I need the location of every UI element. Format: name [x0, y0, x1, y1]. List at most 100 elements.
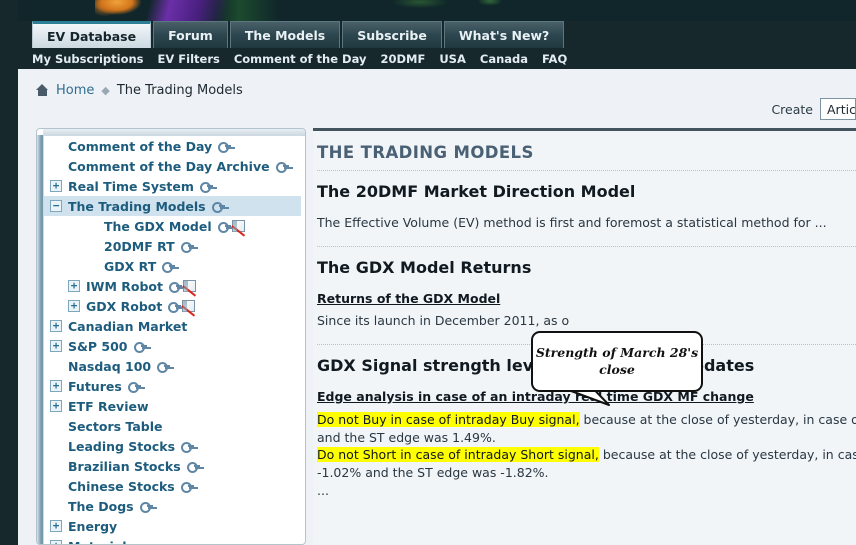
chart-restricted-icon [182, 300, 196, 312]
expand-icon[interactable]: + [68, 300, 80, 312]
sidebar-item-label: Chinese Stocks [68, 478, 175, 494]
key-icon [162, 262, 176, 273]
key-icon [168, 282, 182, 293]
tab-ev-database[interactable]: EV Database [32, 21, 152, 48]
expand-icon[interactable]: + [50, 180, 62, 192]
section-divider [317, 170, 856, 171]
sidebar-item-futures[interactable]: + Futures [44, 376, 301, 396]
section-title: The GDX Model Returns [317, 257, 532, 277]
sidebar-item-s-p-500[interactable]: + S&P 500 [44, 336, 301, 356]
key-icon [181, 442, 195, 453]
sidebar-item-comment-of-the-day[interactable]: Comment of the Day [44, 136, 301, 156]
sidebar-item-label: Leading Stocks [68, 438, 176, 454]
sidebar-item-label: The Trading Models [68, 198, 206, 214]
navigation-bar: EV Database Forum The Models Subscribe What'… [0, 21, 856, 69]
sidebar-panel: Comment of the Day Comment of the Day Arc… [36, 128, 306, 545]
breadcrumb-home-link[interactable]: Home [56, 83, 94, 98]
sidebar-item-label: Materials [68, 539, 134, 545]
sidebar-item-label: The Dogs [68, 498, 134, 514]
subnav-item-comment-of-the-day[interactable]: Comment of the Day [234, 52, 367, 66]
sidebar-item-label: The GDX Model [104, 218, 212, 234]
sidebar-item-iwm-robot[interactable]: + IWM Robot [44, 276, 301, 296]
expand-icon[interactable]: + [50, 380, 62, 392]
expand-icon[interactable]: + [50, 320, 62, 332]
section-body: Since its launch in December 2011, as o [317, 312, 570, 328]
subnav-item-my-subscriptions[interactable]: My Subscriptions [32, 52, 144, 66]
sidebar-item-label: Real Time System [68, 178, 194, 194]
edge-line-short-cont: -1.02% and the ST edge was -1.82%. [317, 465, 549, 480]
sidebar-item-label: S&P 500 [68, 338, 128, 354]
subnav-item-canada[interactable]: Canada [480, 52, 528, 66]
sidebar-item-label: Energy [68, 518, 118, 534]
tab-the-models[interactable]: The Models [229, 21, 341, 48]
chart-restricted-icon [182, 280, 196, 292]
sidebar-item-label: Canadian Market [68, 318, 188, 334]
chart-restricted-icon [231, 220, 245, 232]
sidebar-item-energy[interactable]: + Energy [44, 516, 301, 536]
section-gdx-returns: The GDX Model Returns Returns of the GDX… [317, 258, 856, 330]
left-dark-rail [0, 0, 18, 545]
sidebar-item-label: Sectors Table [68, 418, 163, 434]
edge-ellipsis: ... [317, 482, 329, 498]
site-banner [0, 0, 856, 21]
tab-forum[interactable]: Forum [153, 21, 228, 48]
subnav-item-20dmf[interactable]: 20DMF [380, 52, 425, 66]
breadcrumb-current-page: The Trading Models [116, 82, 243, 98]
sidebar-item-brazilian-stocks[interactable]: Brazilian Stocks [44, 456, 301, 476]
sidebar-item-chinese-stocks[interactable]: Chinese Stocks [44, 476, 301, 496]
sidebar-item-label: Comment of the Day Archive [68, 158, 270, 174]
subnav-item-ev-filters[interactable]: EV Filters [158, 52, 220, 66]
key-icon [168, 302, 182, 313]
edge-line-short: Do not Short in case of intraday Short s… [317, 446, 856, 464]
create-control-row: Create Article [771, 96, 856, 122]
section-subtitle-link[interactable]: Returns of the GDX Model [317, 291, 856, 306]
key-icon [133, 342, 147, 353]
secondary-nav-bar: My Subscriptions EV Filters Comment of the… [0, 48, 856, 69]
sidebar-item-nasdaq-100[interactable]: Nasdaq 100 [44, 356, 301, 376]
tab-subscribe[interactable]: Subscribe [342, 21, 442, 48]
sidebar-item-canadian-market[interactable]: + Canadian Market [44, 316, 301, 336]
sidebar-item-real-time-system[interactable]: + Real Time System [44, 176, 301, 196]
collapse-icon[interactable]: − [50, 200, 62, 212]
sidebar-item-leading-stocks[interactable]: Leading Stocks [44, 436, 301, 456]
sidebar-item-materials[interactable]: + Materials [44, 536, 301, 545]
section-divider [317, 343, 856, 345]
create-type-select[interactable]: Article [820, 98, 856, 120]
expand-icon[interactable]: + [50, 340, 62, 352]
expand-icon[interactable]: + [68, 280, 80, 292]
sidebar-item-gdx-robot[interactable]: + GDX Robot [44, 296, 301, 316]
subnav-item-usa[interactable]: USA [439, 52, 466, 66]
section-title: GDX Signal strength level and real time … [317, 355, 755, 375]
sidebar-item-comment-of-the-day-archive[interactable]: Comment of the Day Archive [44, 156, 301, 176]
sidebar-item-label: 20DMF RT [104, 238, 175, 254]
buy-signal-rest: because at the close of yesterday, in ca… [583, 411, 856, 427]
sidebar-item-20dmf-rt[interactable]: 20DMF RT [44, 236, 301, 256]
expand-icon[interactable]: + [50, 400, 62, 412]
sidebar-item-the-gdx-model[interactable]: The GDX Model [44, 216, 301, 236]
section-20dmf: The 20DMF Market Direction Model The Eff… [317, 182, 856, 232]
key-icon [275, 162, 289, 173]
key-icon [211, 202, 225, 213]
sidebar-item-etf-review[interactable]: + ETF Review [44, 396, 301, 416]
expand-icon[interactable]: + [50, 540, 62, 544]
edge-analysis-text: Do not Buy in case of intraday Buy signa… [317, 411, 856, 500]
sidebar-item-gdx-rt[interactable]: GDX RT [44, 256, 301, 276]
sidebar-item-label: Comment of the Day [68, 138, 213, 154]
key-icon [199, 182, 213, 193]
banner-artwork-secondary-icon [300, 0, 540, 14]
expand-icon[interactable]: + [50, 520, 62, 532]
page-title: THE TRADING MODELS [317, 143, 534, 162]
sidebar-item-sectors-table[interactable]: Sectors Table [44, 416, 301, 436]
breadcrumb-separator-icon: ◆ [101, 83, 110, 97]
sidebar-item-label: IWM Robot [86, 278, 163, 294]
tab-what-s-new[interactable]: What's New? [443, 21, 565, 48]
subnav-item-faq[interactable]: FAQ [542, 52, 567, 66]
key-icon [180, 482, 194, 493]
edge-line-buy-cont: and the ST edge was 1.49%. [317, 429, 496, 445]
primary-tab-bar: EV Database Forum The Models Subscribe What'… [32, 21, 566, 48]
sidebar-item-the-trading-models[interactable]: − The Trading Models [44, 196, 301, 216]
section-body: The Effective Volume (EV) method is firs… [317, 215, 827, 230]
sidebar-nav-list: Comment of the Day Comment of the Day Arc… [43, 135, 301, 545]
sidebar-item-the-dogs[interactable]: The Dogs [44, 496, 301, 516]
edge-analysis-subtitle: Edge analysis in case of an intraday rea… [317, 388, 754, 404]
